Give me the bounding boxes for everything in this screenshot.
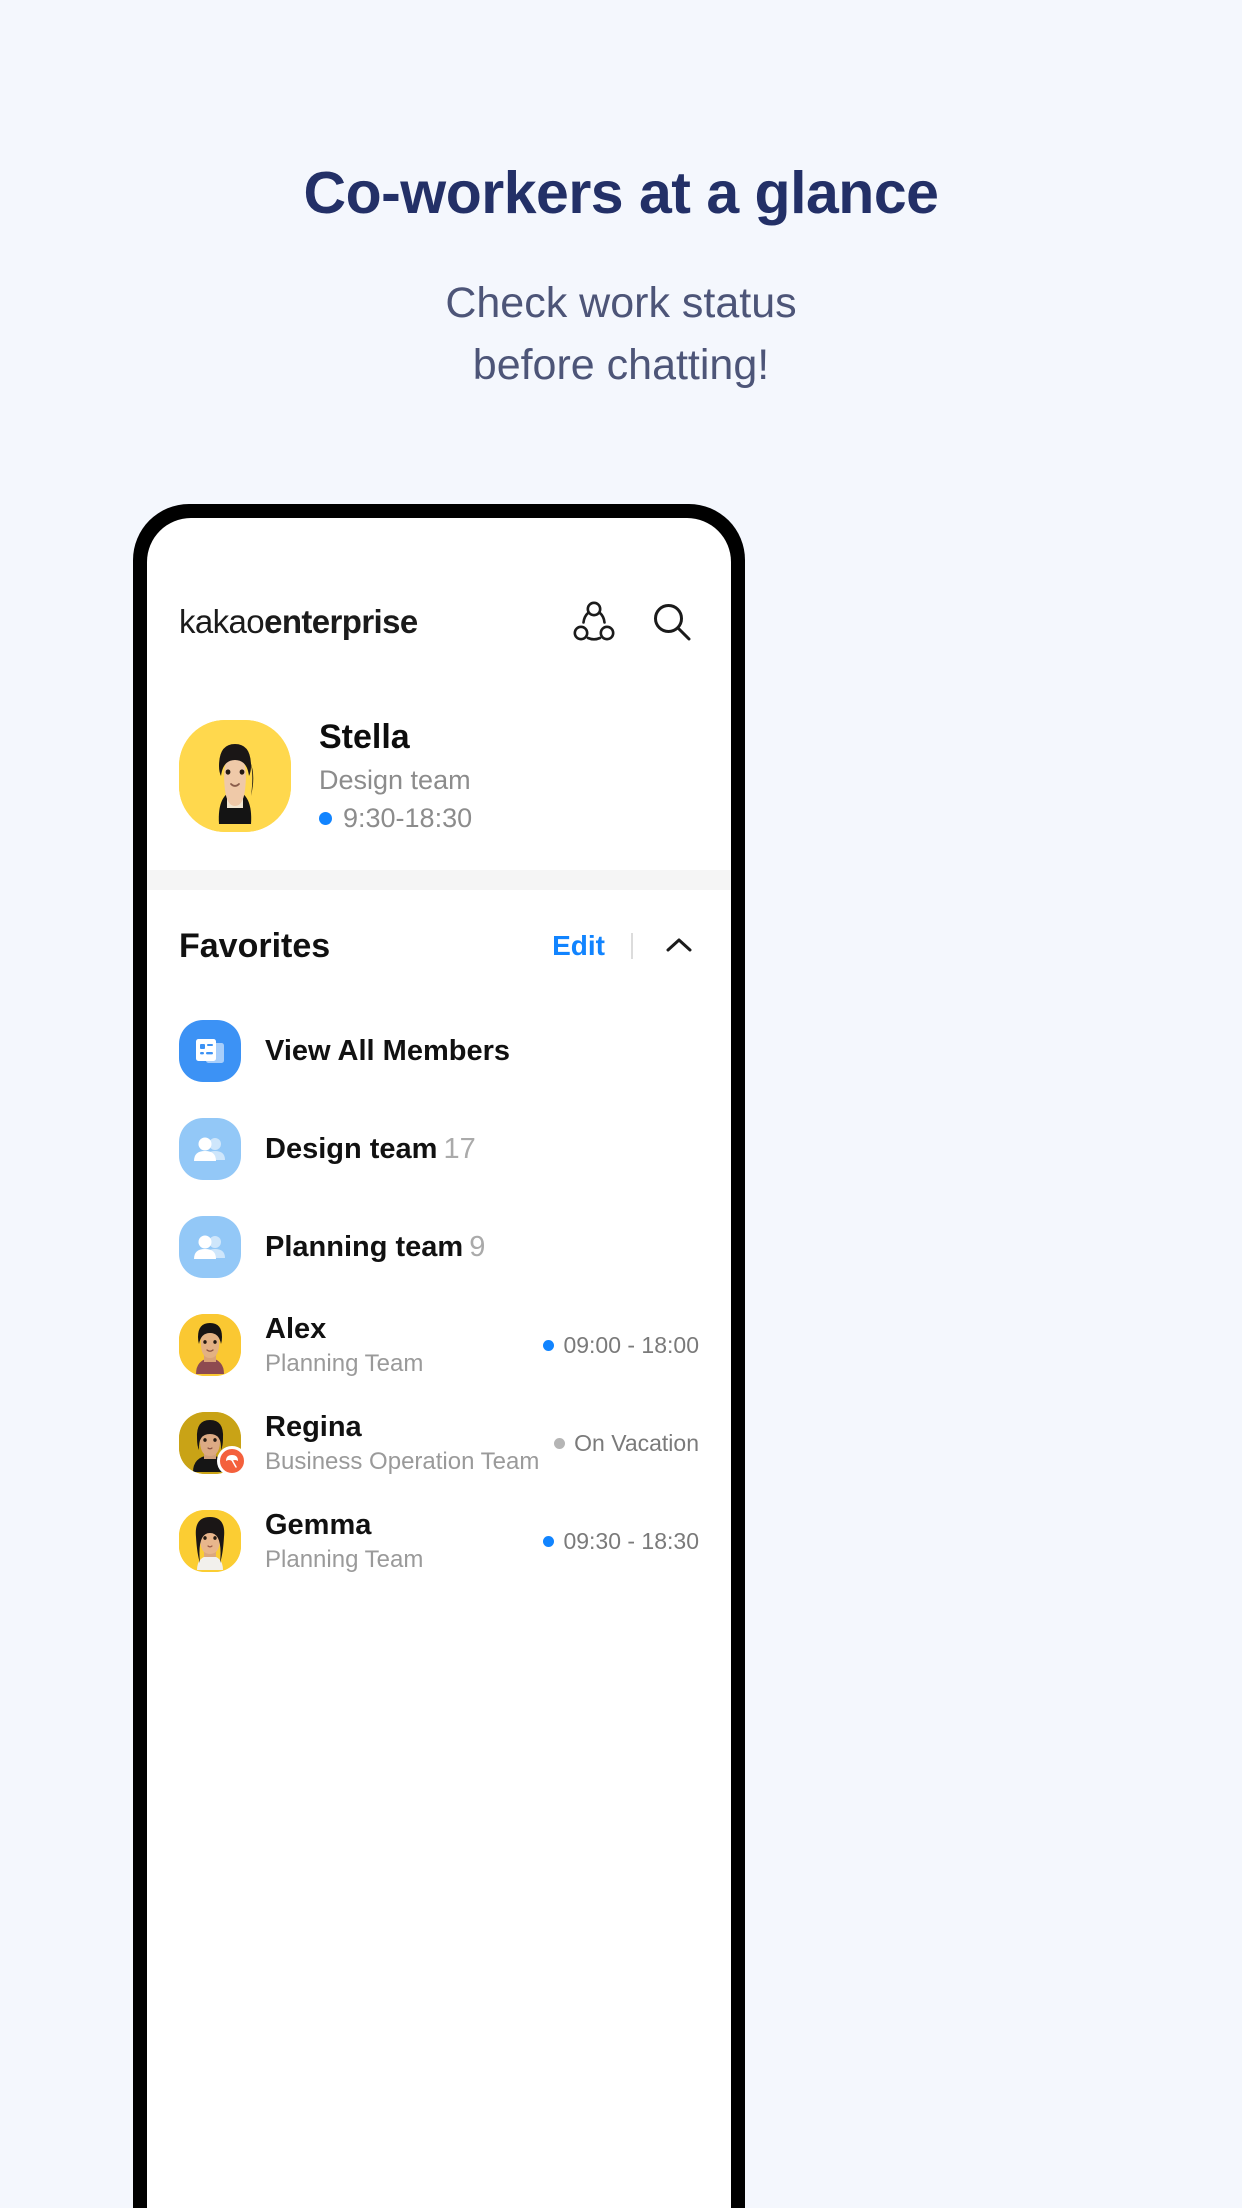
header-separator [631,933,633,959]
list-item-label: Regina [265,1411,554,1444]
list-item-title: Regina [265,1410,362,1443]
status-badge: On Vacation [554,1430,699,1457]
status-text: On Vacation [574,1429,699,1456]
status-text: 09:00 - 18:00 [563,1331,699,1358]
status-dot [543,1535,555,1547]
list-item-label: Planning team 9 [265,1231,699,1264]
avatar-illustration [179,720,291,832]
list-item-body: Regina Business Operation Team [265,1411,554,1476]
list-item[interactable]: Regina Business Operation Team On Vacati… [147,1394,731,1492]
status-badge: 09:30 - 18:30 [543,1528,699,1555]
my-profile-status: 9:30-18:30 [319,803,472,834]
avatar[interactable] [179,720,291,832]
my-profile-card[interactable]: Stella Design team 9:30-18:30 [147,686,731,866]
vacation-umbrella-glyph [226,1455,238,1468]
my-profile-name: Stella [319,718,410,757]
list-item-body: Gemma Planning Team [265,1509,543,1574]
list-item-title: View All Members [265,1034,510,1067]
phone-screen: kakaoenterprise Stella Design team 9:30-… [147,518,731,2208]
avatar[interactable] [179,1314,241,1376]
people-group-icon [179,1216,241,1278]
status-dot [543,1339,555,1351]
app-logo-light: kakao [179,603,265,640]
list-item-body: View All Members [265,1035,699,1068]
status-dot [319,811,332,825]
people-group-glyph [194,1137,225,1161]
status-dot [554,1437,566,1449]
edit-button[interactable]: Edit [552,930,605,962]
page-subtitle-line-2: before chatting! [472,341,770,390]
list-item-body: Design team 17 [265,1133,699,1166]
search-icon[interactable] [645,595,699,649]
list-item-title: Design team [265,1132,438,1165]
members-card-icon [179,1020,241,1082]
avatar[interactable] [179,1412,247,1476]
list-item[interactable]: Gemma Planning Team 09:30 - 18:30 [147,1492,731,1590]
people-group-icon [179,1118,241,1180]
list-item[interactable]: View All Members [147,1002,731,1100]
chevron-up-icon[interactable] [659,926,699,966]
list-item-body: Planning team 9 [265,1231,699,1264]
promo-page: Co-workers at a glance Check work status… [0,0,1242,2208]
phone-mockup: kakaoenterprise Stella Design team 9:30-… [133,504,745,2208]
list-item-title: Gemma [265,1508,372,1541]
list-item-title: Alex [265,1312,327,1345]
status-badge: 09:00 - 18:00 [543,1332,699,1359]
list-item-label: Gemma [265,1509,543,1542]
favorites-header: Favorites Edit [147,890,731,1002]
my-profile-info: Stella Design team 9:30-18:30 [319,718,472,833]
my-profile-team: Design team [319,764,471,795]
favorites-list: View All Members Design team 17 Planning… [147,1002,731,1590]
list-item-label: View All Members [265,1035,699,1068]
list-item-count: 17 [443,1132,476,1165]
favorites-title: Favorites [179,926,331,965]
avatar-illustration [179,1314,241,1376]
list-item[interactable]: Planning team 9 [147,1198,731,1296]
list-item[interactable]: Alex Planning Team 09:00 - 18:00 [147,1296,731,1394]
app-logo: kakaoenterprise [179,603,418,641]
status-text: 09:30 - 18:30 [563,1527,699,1554]
list-item-subtitle: Planning Team [265,1545,424,1573]
org-network-icon[interactable] [567,595,621,649]
list-item-label: Alex [265,1313,543,1346]
avatar[interactable] [179,1510,241,1572]
section-divider [147,870,731,890]
page-title: Co-workers at a glance [303,160,939,226]
list-item-label: Design team 17 [265,1133,699,1166]
list-item-subtitle: Business Operation Team [265,1447,540,1475]
people-group-glyph [194,1235,225,1259]
list-item-subtitle: Planning Team [265,1349,424,1377]
list-item-title: Planning team [265,1230,464,1263]
page-subtitle: Check work status before chatting! [0,272,1242,397]
my-profile-hours: 9:30-18:30 [343,802,473,833]
app-bar: kakaoenterprise [147,576,731,668]
list-item-count: 9 [469,1230,486,1263]
list-item[interactable]: Design team 17 [147,1100,731,1198]
vacation-umbrella-icon [217,1446,247,1476]
app-logo-bold: enterprise [264,603,418,640]
page-subtitle-line-1: Check work status [445,279,797,327]
list-item-body: Alex Planning Team [265,1313,543,1378]
avatar-illustration [179,1510,241,1572]
members-card-glyph [196,1039,224,1063]
